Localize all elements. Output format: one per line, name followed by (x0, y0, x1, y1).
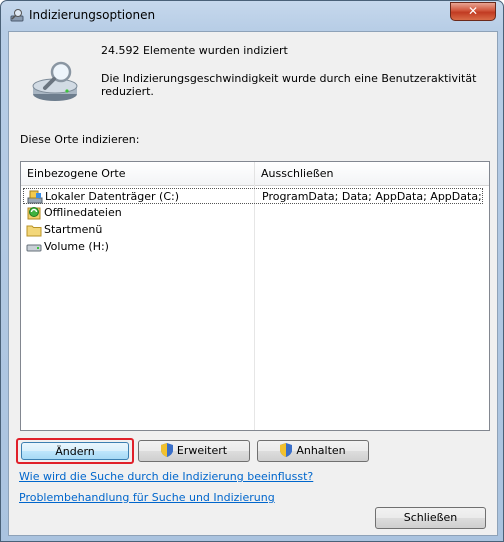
uac-shield-icon (160, 443, 173, 457)
list-item-start-menu[interactable]: Startmenü (23, 222, 483, 238)
list-item-offline-files[interactable]: Offlinedateien (23, 205, 483, 221)
indexing-options-icon (10, 9, 24, 22)
list-item-exclude: ProgramData; Data; AppData; AppData; ... (262, 190, 484, 203)
indexing-magnifier-icon (32, 61, 78, 101)
column-header-exclude[interactable]: Ausschließen (255, 162, 482, 185)
list-item-local-drive[interactable]: Lokaler Datenträger (C:) ProgramData; Da… (23, 188, 484, 204)
folder-icon (26, 225, 42, 237)
uac-shield-icon (280, 443, 293, 457)
locations-label: Diese Orte indizieren: (20, 133, 140, 146)
dialog-client-area: 24.592 Elemente wurden indiziert Die Ind… (8, 31, 498, 536)
change-button-highlight: Ändern (16, 438, 134, 464)
pause-button[interactable]: Anhalten (257, 440, 369, 462)
window-frame: Indizierungsoptionen ✕ 24.592 Elemente w… (0, 0, 504, 542)
pause-button-label: Anhalten (296, 444, 346, 457)
close-button[interactable]: Schließen (375, 507, 486, 529)
list-header: Einbezogene Orte Ausschließen (21, 162, 489, 186)
title-bar[interactable]: Indizierungsoptionen ✕ (1, 1, 503, 31)
change-button[interactable]: Ändern (21, 442, 129, 460)
indexed-count-text: 24.592 Elemente wurden indiziert (101, 44, 288, 57)
advanced-button-label: Erweitert (176, 444, 228, 457)
close-icon: ✕ (467, 4, 479, 18)
advanced-button[interactable]: Erweitert (138, 440, 250, 462)
drive-icon (26, 244, 42, 252)
column-header-included[interactable]: Einbezogene Orte (21, 162, 255, 185)
list-item-volume-h[interactable]: Volume (H:) (23, 239, 483, 255)
troubleshoot-link[interactable]: Problembehandlung für Suche und Indizier… (19, 491, 275, 504)
locations-list[interactable]: Einbezogene Orte Ausschließen Lokaler Da… (20, 161, 490, 431)
search-influence-link[interactable]: Wie wird die Suche durch die Indizierung… (19, 470, 313, 483)
list-item-label: Volume (H:) (44, 240, 109, 253)
local-drive-icon (27, 190, 43, 204)
list-item-label: Startmenü (44, 223, 103, 236)
list-item-label: Lokaler Datenträger (C:) (45, 190, 180, 203)
window-title: Indizierungsoptionen (29, 8, 156, 22)
list-item-label: Offlinedateien (44, 206, 122, 219)
offline-files-icon (27, 207, 41, 220)
indexing-speed-text: Die Indizierungsgeschwindigkeit wurde du… (101, 72, 477, 98)
window-close-button[interactable]: ✕ (450, 2, 496, 21)
